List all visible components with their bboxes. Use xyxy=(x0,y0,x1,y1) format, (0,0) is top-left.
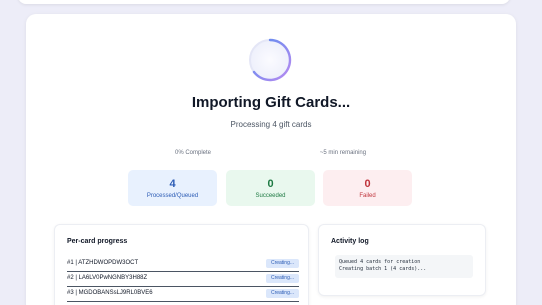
card-id: #3 | MGDOBANSsLJ9RL0BVE6 xyxy=(67,290,153,296)
activity-log-card[interactable]: Activity log Queued 4 cards for creation… xyxy=(318,224,486,296)
per-card-progress-card[interactable]: Per-card progress #1 | ATZHDWOPDW3OCT Cr… xyxy=(54,224,309,305)
stat-processed: 4 Processed/Queued xyxy=(128,170,217,206)
status-badge: Creating... xyxy=(266,289,299,298)
stat-succeeded-label: Succeeded xyxy=(255,193,286,199)
page-title: Importing Gift Cards... xyxy=(191,94,351,111)
card-id: #1 | ATZHDWOPDW3OCT xyxy=(67,260,139,266)
per-card-progress-title: Per-card progress xyxy=(67,238,128,245)
stat-failed-label: Failed xyxy=(359,193,376,199)
card-id: #2 | LA6LV0PwNGNBY3H88Z xyxy=(67,275,148,281)
time-remaining: ~5 min remaining xyxy=(319,150,367,156)
activity-log-output: Queued 4 cards for creation Creating bat… xyxy=(335,255,473,278)
status-badge: Creating... xyxy=(266,259,299,268)
log-line: Queued 4 cards for creation xyxy=(339,259,421,265)
stat-succeeded-value: 0 xyxy=(267,178,274,190)
status-badge: Creating... xyxy=(266,274,299,283)
stat-processed-value: 4 xyxy=(169,178,176,190)
progress-percent: 0% Complete xyxy=(174,150,212,156)
page-subtitle: Processing 4 gift cards xyxy=(230,120,312,129)
stat-processed-label: Processed/Queued xyxy=(146,193,199,199)
log-line: Creating batch 1 (4 cards)... xyxy=(339,266,427,272)
table-row: #3 | MGDOBANSsLJ9RL0BVE6 Creating... xyxy=(67,287,299,302)
loading-spinner-icon xyxy=(249,38,292,82)
stat-failed-value: 0 xyxy=(364,178,371,190)
stat-failed: 0 Failed xyxy=(323,170,412,206)
activity-log-title: Activity log xyxy=(331,238,369,245)
table-row: #2 | LA6LV0PwNGNBY3H88Z Creating... xyxy=(67,272,299,287)
top-card-edge xyxy=(18,0,510,4)
table-row: #1 | ATZHDWOPDW3OCT Creating... xyxy=(67,257,299,272)
stat-succeeded: 0 Succeeded xyxy=(226,170,315,206)
